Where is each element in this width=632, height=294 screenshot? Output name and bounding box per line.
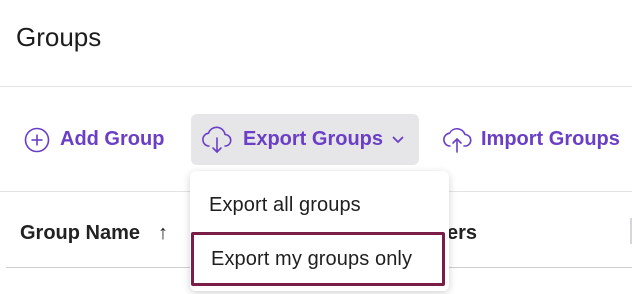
column-header-group-name[interactable]: Group Name ↑ <box>20 222 168 245</box>
plus-circle-icon <box>24 127 50 152</box>
add-group-label: Add Group <box>60 128 165 150</box>
import-groups-button[interactable]: Import Groups <box>441 114 620 165</box>
page-title: Groups <box>16 22 102 52</box>
add-group-button[interactable]: Add Group <box>24 114 164 165</box>
column-header-label: ers <box>447 222 478 244</box>
arrow-up-icon[interactable]: ↑ <box>158 222 168 245</box>
export-dropdown-menu: Export all groups Export my groups only <box>190 171 449 291</box>
cloud-upload-icon <box>443 127 472 153</box>
import-groups-label: Import Groups <box>481 128 620 150</box>
column-header-members[interactable]: ers <box>447 222 477 245</box>
cloud-download-icon <box>202 126 232 153</box>
menu-item-export-all-groups[interactable]: Export all groups <box>190 179 449 231</box>
menu-item-export-my-groups-only[interactable]: Export my groups only <box>191 232 445 286</box>
chevron-down-icon <box>392 136 404 143</box>
export-groups-button[interactable]: Export Groups <box>191 114 419 165</box>
export-groups-label: Export Groups <box>243 128 384 150</box>
header-divider <box>0 86 632 87</box>
column-header-label: Group Name <box>20 222 141 244</box>
